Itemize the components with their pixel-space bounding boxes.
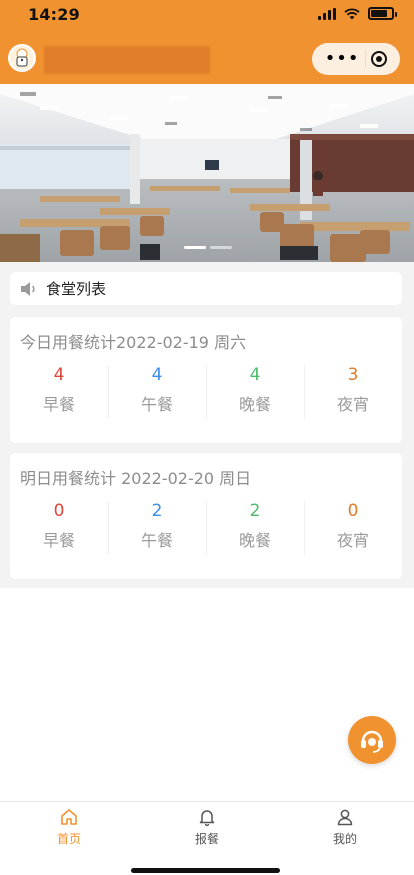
stat-breakfast[interactable]: 0 早餐 <box>10 499 108 551</box>
stat-label: 夜宵 <box>336 531 369 550</box>
stat-label: 夜宵 <box>336 395 369 414</box>
headset-icon <box>361 730 383 753</box>
today-stats-title: 今日用餐统计2022-02-19 周六 <box>20 333 247 352</box>
status-icons <box>318 7 397 20</box>
stat-dinner[interactable]: 4 晚餐 <box>206 363 304 419</box>
bottom-tab-bar: 首页 报餐 我的 <box>0 801 414 875</box>
tab-home[interactable]: 首页 <box>0 802 138 875</box>
wifi-icon <box>344 7 360 19</box>
stat-value: 3 <box>347 365 359 385</box>
mini-program-capsule[interactable]: ••• <box>312 43 400 75</box>
stat-breakfast[interactable]: 4 早餐 <box>10 363 108 415</box>
signal-icon <box>318 7 336 20</box>
tab-label: 报餐 <box>194 832 219 846</box>
indicator-dot <box>210 246 232 249</box>
stat-label: 午餐 <box>140 395 173 414</box>
today-stats-row: 4 早餐 4 午餐 4 晚餐 3 夜宵 <box>10 363 402 419</box>
canteen-list-entry[interactable]: 食堂列表 <box>10 272 402 305</box>
stat-dinner[interactable]: 2 晚餐 <box>206 499 304 555</box>
stat-label: 晚餐 <box>238 531 271 550</box>
stat-value: 2 <box>249 501 261 521</box>
stat-late-snack[interactable]: 0 夜宵 <box>304 499 402 555</box>
stat-late-snack[interactable]: 3 夜宵 <box>304 363 402 419</box>
tomorrow-stats-row: 0 早餐 2 午餐 2 晚餐 0 夜宵 <box>10 499 402 555</box>
close-target-icon[interactable] <box>371 51 388 67</box>
tab-label: 我的 <box>332 832 357 846</box>
customer-service-button[interactable] <box>348 716 396 764</box>
more-dots-icon[interactable]: ••• <box>325 50 360 68</box>
stat-label: 午餐 <box>140 531 173 550</box>
user-icon <box>337 809 353 826</box>
stat-label: 早餐 <box>42 395 75 414</box>
home-indicator <box>131 868 280 873</box>
stat-value: 0 <box>53 501 65 521</box>
tab-label: 首页 <box>56 832 81 846</box>
indicator-dot-active <box>184 246 206 249</box>
canteen-list-label: 食堂列表 <box>46 280 107 298</box>
stat-value: 0 <box>347 501 359 521</box>
stat-value: 4 <box>249 365 261 385</box>
stat-value: 2 <box>151 501 163 521</box>
stat-label: 晚餐 <box>238 395 271 414</box>
tab-order-meal[interactable]: 报餐 <box>138 802 276 875</box>
stat-lunch[interactable]: 2 午餐 <box>108 499 206 555</box>
tomorrow-stats-title: 明日用餐统计 2022-02-20 周日 <box>20 469 252 488</box>
stat-label: 早餐 <box>42 531 75 550</box>
app-header: ••• <box>0 32 414 84</box>
chef-icon <box>16 48 28 67</box>
today-stats-card: 今日用餐统计2022-02-19 周六 4 早餐 4 午餐 4 晚餐 3 夜宵 <box>10 317 402 443</box>
content-background <box>0 588 414 801</box>
banner-image <box>0 84 414 262</box>
tab-mine[interactable]: 我的 <box>276 802 414 875</box>
speaker-icon <box>21 281 35 296</box>
status-bar: 14:29 <box>0 0 414 32</box>
home-icon <box>61 809 77 825</box>
stat-lunch[interactable]: 4 午餐 <box>108 363 206 419</box>
bell-icon <box>199 810 215 826</box>
tomorrow-stats-card: 明日用餐统计 2022-02-20 周日 0 早餐 2 午餐 2 晚餐 0 夜宵 <box>10 453 402 579</box>
page-title-obscured <box>44 46 210 74</box>
avatar[interactable] <box>8 44 36 72</box>
status-time: 14:29 <box>28 5 80 24</box>
carousel-indicator <box>184 246 232 249</box>
battery-icon <box>368 7 397 20</box>
stat-value: 4 <box>151 365 163 385</box>
banner-carousel[interactable] <box>0 84 414 262</box>
stat-value: 4 <box>53 365 65 385</box>
